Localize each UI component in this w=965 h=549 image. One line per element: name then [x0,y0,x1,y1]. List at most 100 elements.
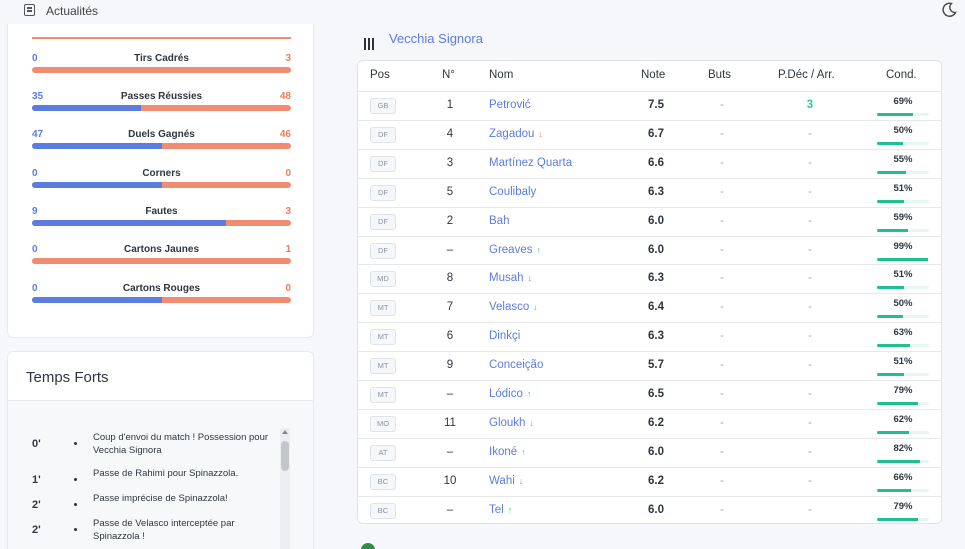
player-name-link[interactable]: Musah ↓ [489,272,532,284]
position-badge: DF [370,242,396,259]
moon-icon[interactable] [941,2,957,18]
position-badge: DF [370,213,396,230]
player-name[interactable]: Bah [489,215,509,227]
player-name[interactable]: Ikoné [489,446,517,458]
stat-name: Fautes [145,206,178,217]
player-goals: - [720,388,724,400]
player-row[interactable]: AT – Ikoné ↑ 6.0 - - 82% [358,437,941,467]
position-badge: MT [370,329,396,346]
player-rating: 6.7 [648,127,664,140]
stat-away-value: 0 [285,168,291,179]
player-name-link[interactable]: Coulibaly [489,186,536,198]
player-row[interactable]: MO 11 Gloukh ↓ 6.2 - - 62% [358,408,941,438]
position-badge: DF [370,126,396,143]
player-goals: - [720,99,724,111]
player-name-link[interactable]: Lódico ↑ [489,388,531,400]
player-row[interactable]: MT 9 Conceição 5.7 - - 51% [358,351,941,380]
shirt-number: – [446,243,454,256]
stat-row: 35 Passes Réussies 48 [32,91,291,121]
stat-row: 0 Corners 0 [32,168,291,198]
shirt-number: 8 [446,272,454,285]
player-name-link[interactable]: Tel ↑ [489,504,512,516]
condition-indicator: 79% [877,384,929,408]
player-assists-saves: - [808,127,812,140]
sub-in-arrow-icon: ↑ [521,446,526,457]
player-row[interactable]: MT 6 Dinkçi 6.3 - - 63% [358,322,941,351]
player-row[interactable]: MT – Lódico ↑ 6.5 - - 79% [358,380,941,409]
team-name[interactable]: Vecchia Signora [389,31,483,46]
player-row[interactable]: DF – Greaves ↑ 6.0 - - 99% [358,235,941,265]
player-row[interactable]: MD 8 Musah ↓ 6.3 - - 51% [358,264,941,293]
player-name-link[interactable]: Velasco ↓ [489,301,538,313]
scroll-up-icon[interactable] [282,430,288,434]
player-name-link[interactable]: Zagadou ↓ [489,128,543,140]
position-badge: MD [370,271,396,288]
player-ratings-table: Pos N° Nom Note Buts P.Déc / Arr. Cond. … [357,60,942,524]
player-name[interactable]: Tel [489,504,504,516]
player-name-link[interactable]: Greaves ↑ [489,244,541,256]
col-header-nom: Nom [489,69,514,81]
stat-name: Duels Gagnés [128,129,195,140]
scrollbar-thumb[interactable] [281,441,289,471]
position-badge: MT [370,300,396,317]
player-assists-saves: - [808,388,812,400]
player-row[interactable]: DF 5 Coulibaly 6.3 - - 51% [358,177,941,207]
position-badge: GB [370,98,396,114]
col-header-pos: Pos [370,69,390,81]
player-name[interactable]: Gloukh [489,417,525,429]
player-name[interactable]: Greaves [489,244,532,256]
col-header-pdec: P.Déc / Arr. [778,69,835,81]
player-name-link[interactable]: Martínez Quarta [489,157,572,169]
highlights-list[interactable]: 0' Coup d'envoi du match ! Possession pou… [8,401,313,549]
player-goals: - [720,359,724,372]
position-badge: BC [370,502,396,519]
condition-bar-fill [877,517,919,521]
condition-value: 51% [893,269,913,281]
newspaper-icon[interactable] [24,4,35,16]
player-name[interactable]: Petrović [489,99,531,111]
player-name[interactable]: Wahi [489,475,515,487]
stat-bar-home-fill [32,182,162,188]
player-name[interactable]: Dinkçi [489,330,520,342]
player-name[interactable]: Zagadou [489,128,534,140]
player-row[interactable]: DF 2 Bah 6.0 - - 59% [358,206,941,236]
condition-value: 79% [893,385,913,396]
condition-bar [877,373,929,377]
player-rating: 6.3 [648,272,664,285]
stat-bar [32,105,291,111]
condition-bar [877,286,929,290]
player-name[interactable]: Velasco [489,301,529,313]
condition-value: 66% [893,471,913,483]
player-name[interactable]: Lódico [489,388,523,400]
player-name-link[interactable]: Petrović [489,99,531,111]
player-row[interactable]: GB 1 Petrović 7.5 - 3 69% [358,91,941,120]
condition-bar-fill [877,402,919,405]
player-assists-saves: - [808,359,812,372]
condition-indicator: 51% [877,182,929,206]
stat-name: Passes Réussies [120,91,203,102]
player-name[interactable]: Conceição [489,359,543,371]
player-assists-saves: 3 [806,99,814,111]
player-row[interactable]: MT 7 Velasco ↓ 6.4 - - 50% [358,293,941,322]
stat-bar [32,67,291,73]
player-name-link[interactable]: Bah [489,215,509,227]
news-link[interactable]: Actualités [46,4,98,18]
player-name-link[interactable]: Conceição [489,359,543,371]
condition-indicator: 69% [877,95,929,119]
player-row[interactable]: BC 10 Wahi ↓ 6.2 - - 66% [358,466,941,496]
condition-bar [877,517,929,521]
player-name-link[interactable]: Wahi ↓ [489,475,523,487]
player-name[interactable]: Martínez Quarta [489,157,572,169]
stat-away-value: 1 [285,244,291,255]
player-row[interactable]: BC – Tel ↑ 6.0 - - 79% [358,495,941,523]
player-name-link[interactable]: Ikoné ↑ [489,446,526,458]
player-rating: 6.3 [648,185,664,198]
player-name[interactable]: Musah [489,272,524,284]
player-row[interactable]: DF 3 Martínez Quarta 6.6 - - 55% [358,148,941,178]
player-assists-saves: - [808,445,812,458]
player-name[interactable]: Coulibaly [489,186,536,198]
stats-divider [32,37,291,39]
player-row[interactable]: DF 4 Zagadou ↓ 6.7 - - 50% [358,119,941,149]
player-name-link[interactable]: Gloukh ↓ [489,417,534,429]
player-name-link[interactable]: Dinkçi [489,330,520,342]
